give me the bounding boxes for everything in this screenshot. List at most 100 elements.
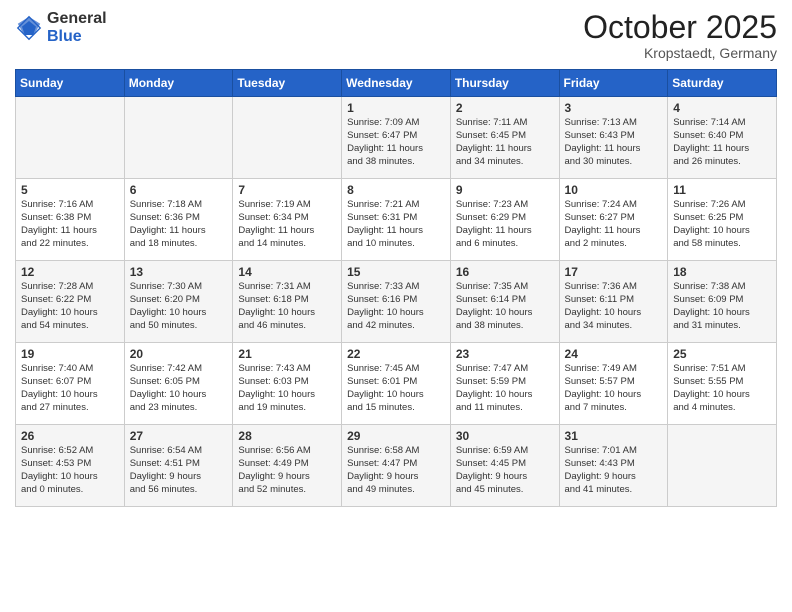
- day-info: Sunrise: 6:58 AM Sunset: 4:47 PM Dayligh…: [347, 445, 445, 496]
- calendar-cell: 11Sunrise: 7:26 AM Sunset: 6:25 PM Dayli…: [668, 179, 777, 261]
- day-info: Sunrise: 7:19 AM Sunset: 6:34 PM Dayligh…: [238, 199, 336, 250]
- calendar-cell: 29 Sunrise: 6:58 AM Sunset: 4:47 PM Dayli…: [342, 425, 451, 507]
- calendar-cell: [233, 97, 342, 179]
- day-header-thursday: Thursday: [450, 70, 559, 97]
- calendar-cell: 4 Sunrise: 7:14 AM Sunset: 6:40 PM Daylig…: [668, 97, 777, 179]
- day-header-monday: Monday: [124, 70, 233, 97]
- calendar-cell: 10 Sunrise: 7:24 AM Sunset: 6:27 PM Dayli…: [559, 179, 668, 261]
- calendar-cell: 20 Sunrise: 7:42 AM Sunset: 6:05 PM Dayli…: [124, 343, 233, 425]
- calendar-cell: 23 Sunrise: 7:47 AM Sunset: 5:59 PM Dayli…: [450, 343, 559, 425]
- day-number: 6: [130, 183, 228, 197]
- calendar-cell: 21 Sunrise: 7:43 AM Sunset: 6:03 PM Dayli…: [233, 343, 342, 425]
- day-number: 15: [347, 265, 445, 279]
- week-row-5: 26 Sunrise: 6:52 AM Sunset: 4:53 PM Dayli…: [16, 425, 777, 507]
- calendar-table: SundayMondayTuesdayWednesdayThursdayFrid…: [15, 69, 777, 507]
- day-info: Sunrise: 7:38 AM Sunset: 6:09 PM Dayligh…: [673, 281, 771, 332]
- day-header-sunday: Sunday: [16, 70, 125, 97]
- calendar-cell: 31Sunrise: 7:01 AM Sunset: 4:43 PM Dayli…: [559, 425, 668, 507]
- day-number: 30: [456, 429, 554, 443]
- day-number: 22: [347, 347, 445, 361]
- day-number: 11: [673, 183, 771, 197]
- day-number: 23: [456, 347, 554, 361]
- calendar-cell: 15Sunrise: 7:33 AM Sunset: 6:16 PM Dayli…: [342, 261, 451, 343]
- calendar-cell: 3 Sunrise: 7:13 AM Sunset: 6:43 PM Daylig…: [559, 97, 668, 179]
- calendar-cell: 2 Sunrise: 7:11 AM Sunset: 6:45 PM Daylig…: [450, 97, 559, 179]
- title-block: October 2025 Kropstaedt, Germany: [583, 10, 777, 61]
- day-number: 5: [21, 183, 119, 197]
- calendar-cell: 12 Sunrise: 7:28 AM Sunset: 6:22 PM Dayli…: [16, 261, 125, 343]
- calendar-cell: 27 Sunrise: 6:54 AM Sunset: 4:51 PM Dayli…: [124, 425, 233, 507]
- day-info: Sunrise: 7:13 AM Sunset: 6:43 PM Dayligh…: [565, 117, 663, 168]
- day-number: 12: [21, 265, 119, 279]
- page: General Blue October 2025 Kropstaedt, Ge…: [0, 0, 792, 612]
- calendar-cell: [124, 97, 233, 179]
- calendar-cell: 16 Sunrise: 7:35 AM Sunset: 6:14 PM Dayli…: [450, 261, 559, 343]
- day-number: 28: [238, 429, 336, 443]
- calendar-cell: 19 Sunrise: 7:40 AM Sunset: 6:07 PM Dayli…: [16, 343, 125, 425]
- calendar-cell: 13 Sunrise: 7:30 AM Sunset: 6:20 PM Dayli…: [124, 261, 233, 343]
- calendar-cell: 26 Sunrise: 6:52 AM Sunset: 4:53 PM Dayli…: [16, 425, 125, 507]
- day-info: Sunrise: 6:56 AM Sunset: 4:49 PM Dayligh…: [238, 445, 336, 496]
- day-info: Sunrise: 7:47 AM Sunset: 5:59 PM Dayligh…: [456, 363, 554, 414]
- day-info: Sunrise: 7:43 AM Sunset: 6:03 PM Dayligh…: [238, 363, 336, 414]
- day-number: 14: [238, 265, 336, 279]
- day-info: Sunrise: 7:14 AM Sunset: 6:40 PM Dayligh…: [673, 117, 771, 168]
- day-info: Sunrise: 7:35 AM Sunset: 6:14 PM Dayligh…: [456, 281, 554, 332]
- day-number: 27: [130, 429, 228, 443]
- month-title: October 2025: [583, 10, 777, 45]
- day-info: Sunrise: 7:42 AM Sunset: 6:05 PM Dayligh…: [130, 363, 228, 414]
- calendar-cell: 6Sunrise: 7:18 AM Sunset: 6:36 PM Daylig…: [124, 179, 233, 261]
- day-number: 19: [21, 347, 119, 361]
- calendar-cell: 8Sunrise: 7:21 AM Sunset: 6:31 PM Daylig…: [342, 179, 451, 261]
- day-number: 18: [673, 265, 771, 279]
- day-number: 9: [456, 183, 554, 197]
- calendar-cell: 17 Sunrise: 7:36 AM Sunset: 6:11 PM Dayli…: [559, 261, 668, 343]
- day-number: 25: [673, 347, 771, 361]
- day-info: Sunrise: 7:36 AM Sunset: 6:11 PM Dayligh…: [565, 281, 663, 332]
- day-number: 10: [565, 183, 663, 197]
- calendar-cell: 7Sunrise: 7:19 AM Sunset: 6:34 PM Daylig…: [233, 179, 342, 261]
- day-info: Sunrise: 7:11 AM Sunset: 6:45 PM Dayligh…: [456, 117, 554, 168]
- calendar-cell: 9 Sunrise: 7:23 AM Sunset: 6:29 PM Daylig…: [450, 179, 559, 261]
- calendar-cell: [668, 425, 777, 507]
- calendar-cell: 24 Sunrise: 7:49 AM Sunset: 5:57 PM Dayli…: [559, 343, 668, 425]
- calendar-cell: 14 Sunrise: 7:31 AM Sunset: 6:18 PM Dayli…: [233, 261, 342, 343]
- day-number: 1: [347, 101, 445, 115]
- logo: General Blue: [15, 10, 107, 45]
- day-info: Sunrise: 7:21 AM Sunset: 6:31 PM Dayligh…: [347, 199, 445, 250]
- day-info: Sunrise: 7:16 AM Sunset: 6:38 PM Dayligh…: [21, 199, 119, 250]
- day-number: 16: [456, 265, 554, 279]
- logo-icon: [15, 14, 43, 42]
- day-info: Sunrise: 7:01 AM Sunset: 4:43 PM Dayligh…: [565, 445, 663, 496]
- logo-general: General: [47, 10, 107, 27]
- day-number: 21: [238, 347, 336, 361]
- day-number: 13: [130, 265, 228, 279]
- day-info: Sunrise: 7:40 AM Sunset: 6:07 PM Dayligh…: [21, 363, 119, 414]
- week-row-2: 5 Sunrise: 7:16 AM Sunset: 6:38 PM Daylig…: [16, 179, 777, 261]
- day-info: Sunrise: 7:30 AM Sunset: 6:20 PM Dayligh…: [130, 281, 228, 332]
- day-number: 20: [130, 347, 228, 361]
- calendar-cell: 18 Sunrise: 7:38 AM Sunset: 6:09 PM Dayli…: [668, 261, 777, 343]
- day-info: Sunrise: 7:28 AM Sunset: 6:22 PM Dayligh…: [21, 281, 119, 332]
- day-number: 26: [21, 429, 119, 443]
- calendar-cell: 1 Sunrise: 7:09 AM Sunset: 6:47 PM Daylig…: [342, 97, 451, 179]
- day-info: Sunrise: 6:59 AM Sunset: 4:45 PM Dayligh…: [456, 445, 554, 496]
- calendar-cell: 30 Sunrise: 6:59 AM Sunset: 4:45 PM Dayli…: [450, 425, 559, 507]
- day-number: 3: [565, 101, 663, 115]
- day-info: Sunrise: 7:23 AM Sunset: 6:29 PM Dayligh…: [456, 199, 554, 250]
- day-info: Sunrise: 7:09 AM Sunset: 6:47 PM Dayligh…: [347, 117, 445, 168]
- day-info: Sunrise: 6:54 AM Sunset: 4:51 PM Dayligh…: [130, 445, 228, 496]
- calendar-cell: [16, 97, 125, 179]
- calendar-cell: 25Sunrise: 7:51 AM Sunset: 5:55 PM Dayli…: [668, 343, 777, 425]
- day-number: 2: [456, 101, 554, 115]
- day-number: 4: [673, 101, 771, 115]
- day-number: 17: [565, 265, 663, 279]
- day-number: 29: [347, 429, 445, 443]
- day-info: Sunrise: 7:49 AM Sunset: 5:57 PM Dayligh…: [565, 363, 663, 414]
- day-info: Sunrise: 6:52 AM Sunset: 4:53 PM Dayligh…: [21, 445, 119, 496]
- header-row: SundayMondayTuesdayWednesdayThursdayFrid…: [16, 70, 777, 97]
- header: General Blue October 2025 Kropstaedt, Ge…: [15, 10, 777, 61]
- day-number: 24: [565, 347, 663, 361]
- day-info: Sunrise: 7:24 AM Sunset: 6:27 PM Dayligh…: [565, 199, 663, 250]
- day-info: Sunrise: 7:31 AM Sunset: 6:18 PM Dayligh…: [238, 281, 336, 332]
